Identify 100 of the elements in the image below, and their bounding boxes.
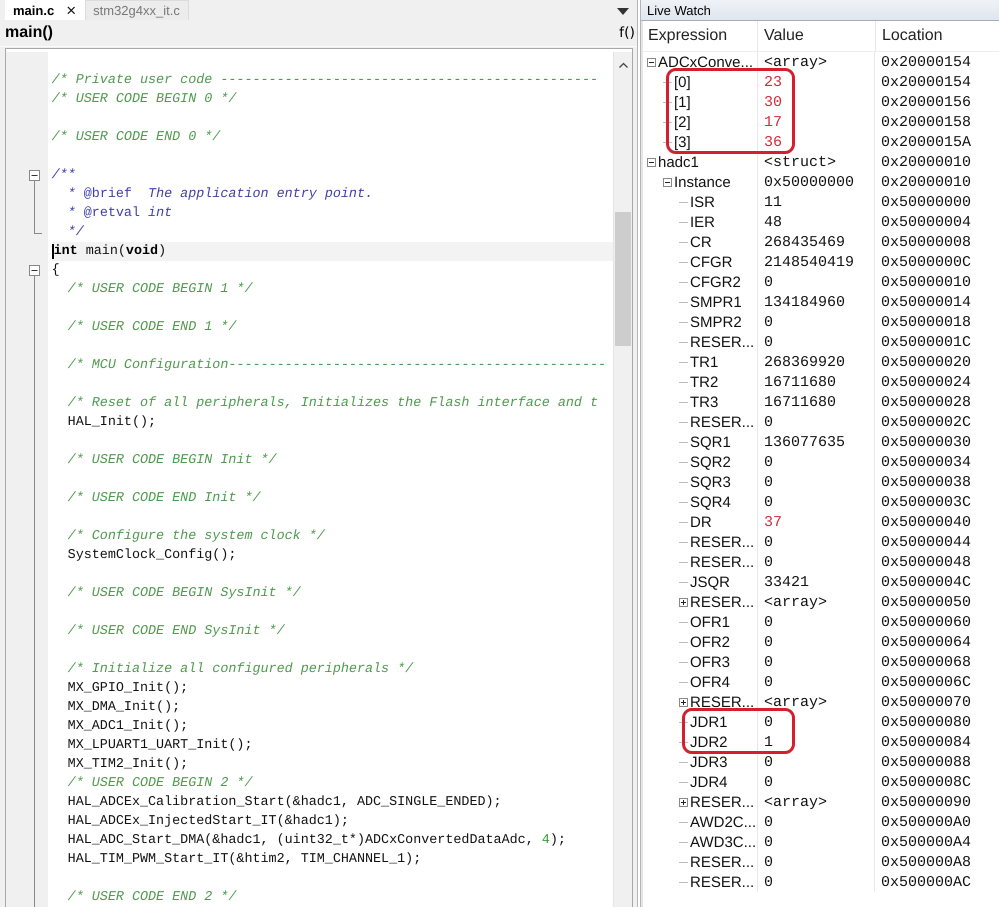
watch-value: 1 <box>764 734 774 750</box>
watch-value: 33421 <box>764 574 810 590</box>
expression-name: ADCxConve... <box>658 54 754 70</box>
expression-name: SQR2 <box>690 454 731 470</box>
expand-icon[interactable] <box>679 598 688 606</box>
memory-address: 0x20000154 <box>881 74 972 90</box>
memory-address: 0x50000050 <box>881 594 972 610</box>
expand-icon[interactable] <box>679 698 688 706</box>
memory-address: 0x5000002C <box>881 414 972 430</box>
expression-name: TR3 <box>690 394 718 410</box>
dropdown-caret-icon[interactable] <box>617 8 629 15</box>
expression-name: JDR4 <box>690 774 728 790</box>
code-line: */ <box>66 225 84 240</box>
scroll-up-icon[interactable] <box>619 62 628 68</box>
expression-name: SQR4 <box>690 494 731 510</box>
watch-value: 0 <box>764 634 774 650</box>
memory-address: 0x2000015A <box>881 134 972 150</box>
memory-address: 0x50000010 <box>881 274 972 290</box>
memory-address: 0x50000070 <box>881 694 972 710</box>
column-header[interactable]: Expression <box>643 21 758 51</box>
collapse-icon[interactable] <box>647 58 656 66</box>
memory-address: 0x50000034 <box>881 454 972 470</box>
expression-name: [0] <box>674 74 691 90</box>
code-line: /* Reset of all peripherals, Initializes the Flash interface and t <box>66 396 598 411</box>
expression-name: Instance <box>674 174 731 190</box>
memory-address: 0x50000040 <box>881 514 972 530</box>
watch-value: 268435469 <box>764 234 846 250</box>
watch-value: 2148540419 <box>764 254 854 270</box>
memory-address: 0x50000088 <box>881 754 972 770</box>
memory-address: 0x50000024 <box>881 374 972 390</box>
watch-value: 23 <box>764 74 782 90</box>
memory-address: 0x5000000C <box>881 254 972 270</box>
memory-address: 0x500000AC <box>881 874 972 890</box>
watch-value: 0 <box>764 674 774 690</box>
code-line: MX_TIM2_Init(); <box>66 757 188 772</box>
memory-address: 0x500000A8 <box>881 854 972 870</box>
memory-address: 0x50000080 <box>881 714 972 730</box>
fold-collapse-icon[interactable] <box>29 265 40 276</box>
expression-name: JDR3 <box>690 754 728 770</box>
watch-value: 37 <box>764 514 782 530</box>
expression-name: RESER... <box>690 414 754 430</box>
watch-value: 0 <box>764 654 774 670</box>
expression-name: OFR1 <box>690 614 730 630</box>
memory-address: 0x50000030 <box>881 434 972 450</box>
watch-value: 0 <box>764 534 774 550</box>
code-line: /* Private user code ----------------------------------------------- <box>52 73 598 88</box>
column-header[interactable]: Value <box>758 21 876 51</box>
expression-name: JDR1 <box>690 714 728 730</box>
editor-tab[interactable]: stm32g4xx_it.c <box>85 0 189 20</box>
memory-address: 0x50000014 <box>881 294 972 310</box>
memory-address: 0x50000064 <box>881 634 972 650</box>
column-header[interactable]: Location <box>876 21 999 51</box>
memory-address: 0x500000A0 <box>881 814 972 830</box>
panel-title: Live Watch <box>641 0 999 21</box>
watch-value: 0 <box>764 754 774 770</box>
watch-value: 17 <box>764 114 782 130</box>
watch-value: <struct> <box>764 154 836 170</box>
editor-tab[interactable]: main.c × <box>5 0 86 20</box>
code-line: HAL_ADC_Start_DMA(&hadc1, (uint32_t*)ADCxConvertedDataAdc, 4); <box>66 833 566 848</box>
vertical-scrollbar[interactable] <box>613 52 632 907</box>
code-line: /* USER CODE BEGIN 2 */ <box>66 776 252 791</box>
code-line: { <box>52 263 60 278</box>
expression-name: OFR2 <box>690 634 730 650</box>
code-line: /* USER CODE END 2 */ <box>66 890 236 905</box>
watch-value: 0 <box>764 834 774 850</box>
watch-value: 0 <box>764 614 774 630</box>
watch-value: 0x50000000 <box>764 174 854 190</box>
collapse-icon[interactable] <box>647 158 656 166</box>
memory-address: 0x50000038 <box>881 474 972 490</box>
memory-address: 0x50000018 <box>881 314 972 330</box>
code-line: * @brief The application entry point. <box>66 187 374 202</box>
expression-name: [2] <box>674 114 691 130</box>
memory-address: 0x20000010 <box>881 154 972 170</box>
memory-address: 0x20000158 <box>881 114 972 130</box>
memory-address: 0x5000004C <box>881 574 972 590</box>
memory-address: 0x50000048 <box>881 554 972 570</box>
watch-value: 136077635 <box>764 434 846 450</box>
code-line: * @retval int <box>66 206 172 221</box>
memory-address: 0x500000A4 <box>881 834 972 850</box>
expression-name: DR <box>690 514 712 530</box>
memory-address: 0x5000001C <box>881 334 972 350</box>
expand-icon[interactable] <box>679 798 688 806</box>
code-line: /* USER CODE END 1 */ <box>66 320 236 335</box>
expression-name: CFGR <box>690 254 732 270</box>
watch-value: <array> <box>764 794 828 810</box>
code-line: HAL_Init(); <box>66 415 156 430</box>
code-line: /* Configure the system clock */ <box>66 529 325 544</box>
expression-name: [1] <box>674 94 691 110</box>
close-tab-button[interactable]: × <box>66 2 76 19</box>
function-list-button[interactable]: f() <box>619 25 635 41</box>
scrollbar-thumb[interactable] <box>615 212 632 346</box>
watch-value: 0 <box>764 874 774 890</box>
collapse-icon[interactable] <box>663 178 672 186</box>
fold-collapse-icon[interactable] <box>29 170 40 181</box>
expression-name: RESER... <box>690 534 754 550</box>
watch-value: 0 <box>764 814 774 830</box>
watch-value: 48 <box>764 214 782 230</box>
expression-name: ISR <box>690 194 716 210</box>
watch-value: 0 <box>764 414 774 430</box>
watch-value: 268369920 <box>764 354 846 370</box>
